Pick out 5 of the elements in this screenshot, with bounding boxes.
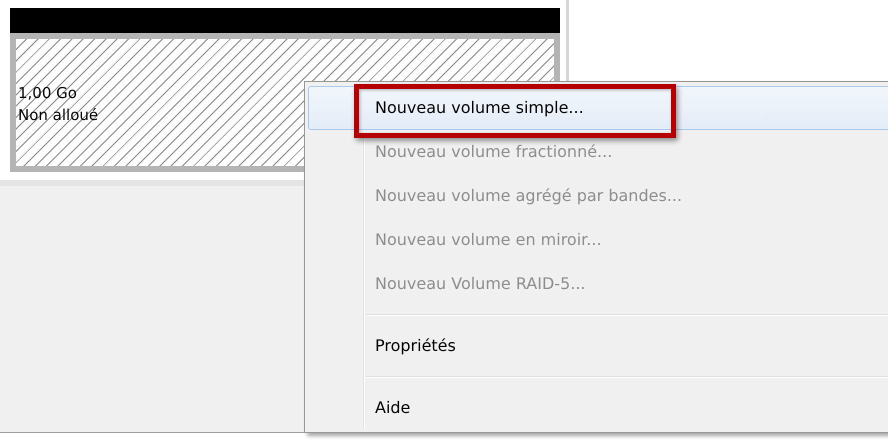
partition-size: 1,00 Go	[18, 82, 77, 104]
partition-status: Non alloué	[18, 104, 98, 126]
menu-item[interactable]: Nouveau volume simple...	[308, 86, 888, 130]
menu-item[interactable]: Propriétés	[308, 324, 888, 368]
menu-item[interactable]: Aide	[308, 386, 888, 430]
